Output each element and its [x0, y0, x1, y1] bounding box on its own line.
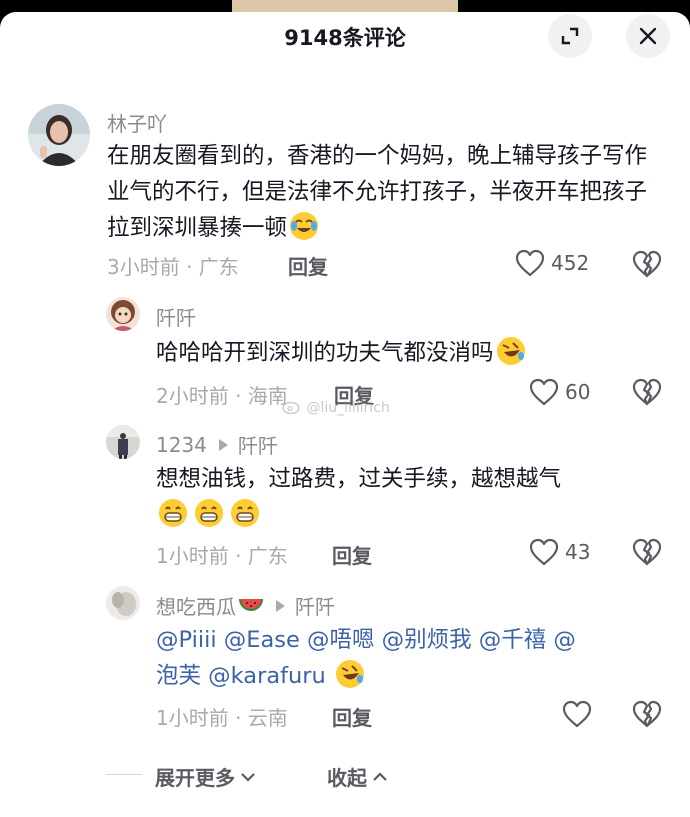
watermark-text: @liu_iiiiirich [306, 400, 390, 416]
grin-emoji [195, 499, 223, 527]
author-name: 想吃西瓜 [156, 595, 236, 619]
like-count: 43 [565, 540, 591, 564]
comment-text: 在朋友圈看到的，香港的一个妈妈，晚上辅导孩子写作业气的不行，但是法律不允许打孩子… [107, 138, 647, 246]
expand-icon [561, 27, 579, 45]
avatar[interactable] [106, 425, 140, 459]
reply-to-arrow-icon [276, 599, 285, 612]
comment-text: 想想油钱，过路费，过关手续，越想越气 [156, 461, 656, 533]
expand-more-button[interactable]: 展开更多 [155, 762, 257, 791]
close-button[interactable] [626, 14, 670, 58]
mention-list[interactable]: @Piiii @Ease @唔嗯 @别烦我 @千禧 @ [156, 627, 576, 653]
collapse-label: 收起 [327, 766, 367, 790]
grin-emoji [231, 499, 259, 527]
avatar[interactable] [106, 297, 140, 331]
author-name: 阡阡 [156, 306, 196, 330]
like-button[interactable]: 43 [529, 538, 590, 566]
comment-author[interactable]: 阡阡 [156, 302, 196, 331]
comment-author[interactable]: 林子吖 [107, 108, 167, 137]
heart-icon [529, 538, 559, 566]
thread-divider [106, 774, 142, 775]
like-button[interactable]: 60 [529, 378, 590, 406]
expand-button[interactable] [548, 14, 592, 58]
dislike-icon[interactable] [632, 250, 662, 278]
heart-icon [529, 378, 559, 406]
watermelon-emoji [239, 598, 263, 611]
reply-to-name: 阡阡 [237, 434, 278, 458]
heart-icon [562, 700, 592, 728]
like-count: 452 [551, 251, 590, 275]
close-icon [639, 27, 657, 45]
dislike-icon[interactable] [632, 700, 662, 728]
reply-button[interactable]: 回复 [332, 540, 372, 569]
comment-meta: 2小时前 · 海南 [156, 384, 288, 408]
like-button[interactable] [562, 700, 598, 728]
chevron-up-icon [373, 771, 387, 781]
heart-icon [515, 249, 545, 277]
comment-meta: 3小时前 · 广东 [107, 255, 239, 279]
comment-body: 在朋友圈看到的，香港的一个妈妈，晚上辅导孩子写作业气的不行，但是法律不允许打孩子… [107, 143, 648, 241]
comment-text[interactable]: @Piiii @Ease @唔嗯 @别烦我 @千禧 @ 泡芙 @karafuru [156, 622, 656, 694]
chevron-down-icon [241, 772, 255, 782]
rofl-emoji [496, 337, 525, 365]
weibo-icon [282, 401, 300, 415]
reply-to-arrow-icon [218, 438, 228, 451]
comment-body: 想想油钱，过路费，过关手续，越想越气 [156, 466, 562, 492]
avatar[interactable] [106, 586, 140, 620]
dislike-icon[interactable] [632, 378, 662, 406]
comment-header: 9148条评论 [0, 14, 690, 58]
grin-emoji [159, 499, 187, 527]
avatar[interactable] [28, 104, 90, 166]
mention-list[interactable]: 泡芙 @karafuru [156, 663, 326, 689]
reply-to-name: 阡阡 [295, 595, 335, 619]
like-count: 60 [565, 380, 591, 404]
collapse-button[interactable]: 收起 [327, 762, 389, 791]
comment-author[interactable]: 1234 阡阡 [156, 430, 278, 459]
dislike-icon[interactable] [632, 538, 662, 566]
like-button[interactable]: 452 [515, 249, 589, 277]
comment-meta: 1小时前 · 广东 [156, 544, 288, 568]
author-name: 1234 [156, 432, 207, 457]
rofl-emoji [335, 660, 364, 688]
comment-text: 哈哈哈开到深圳的功夫气都没消吗 [156, 335, 656, 371]
comment-author[interactable]: 想吃西瓜 阡阡 [156, 591, 335, 620]
reply-button[interactable]: 回复 [288, 251, 328, 280]
author-name: 林子吖 [107, 112, 167, 136]
reply-button[interactable]: 回复 [332, 702, 372, 731]
expand-more-label: 展开更多 [155, 766, 235, 790]
comment-body: 哈哈哈开到深圳的功夫气都没消吗 [156, 340, 494, 366]
cry-laugh-emoji [290, 212, 319, 240]
comment-meta: 1小时前 · 云南 [156, 706, 288, 730]
watermark: @liu_iiiiirich [282, 400, 390, 416]
